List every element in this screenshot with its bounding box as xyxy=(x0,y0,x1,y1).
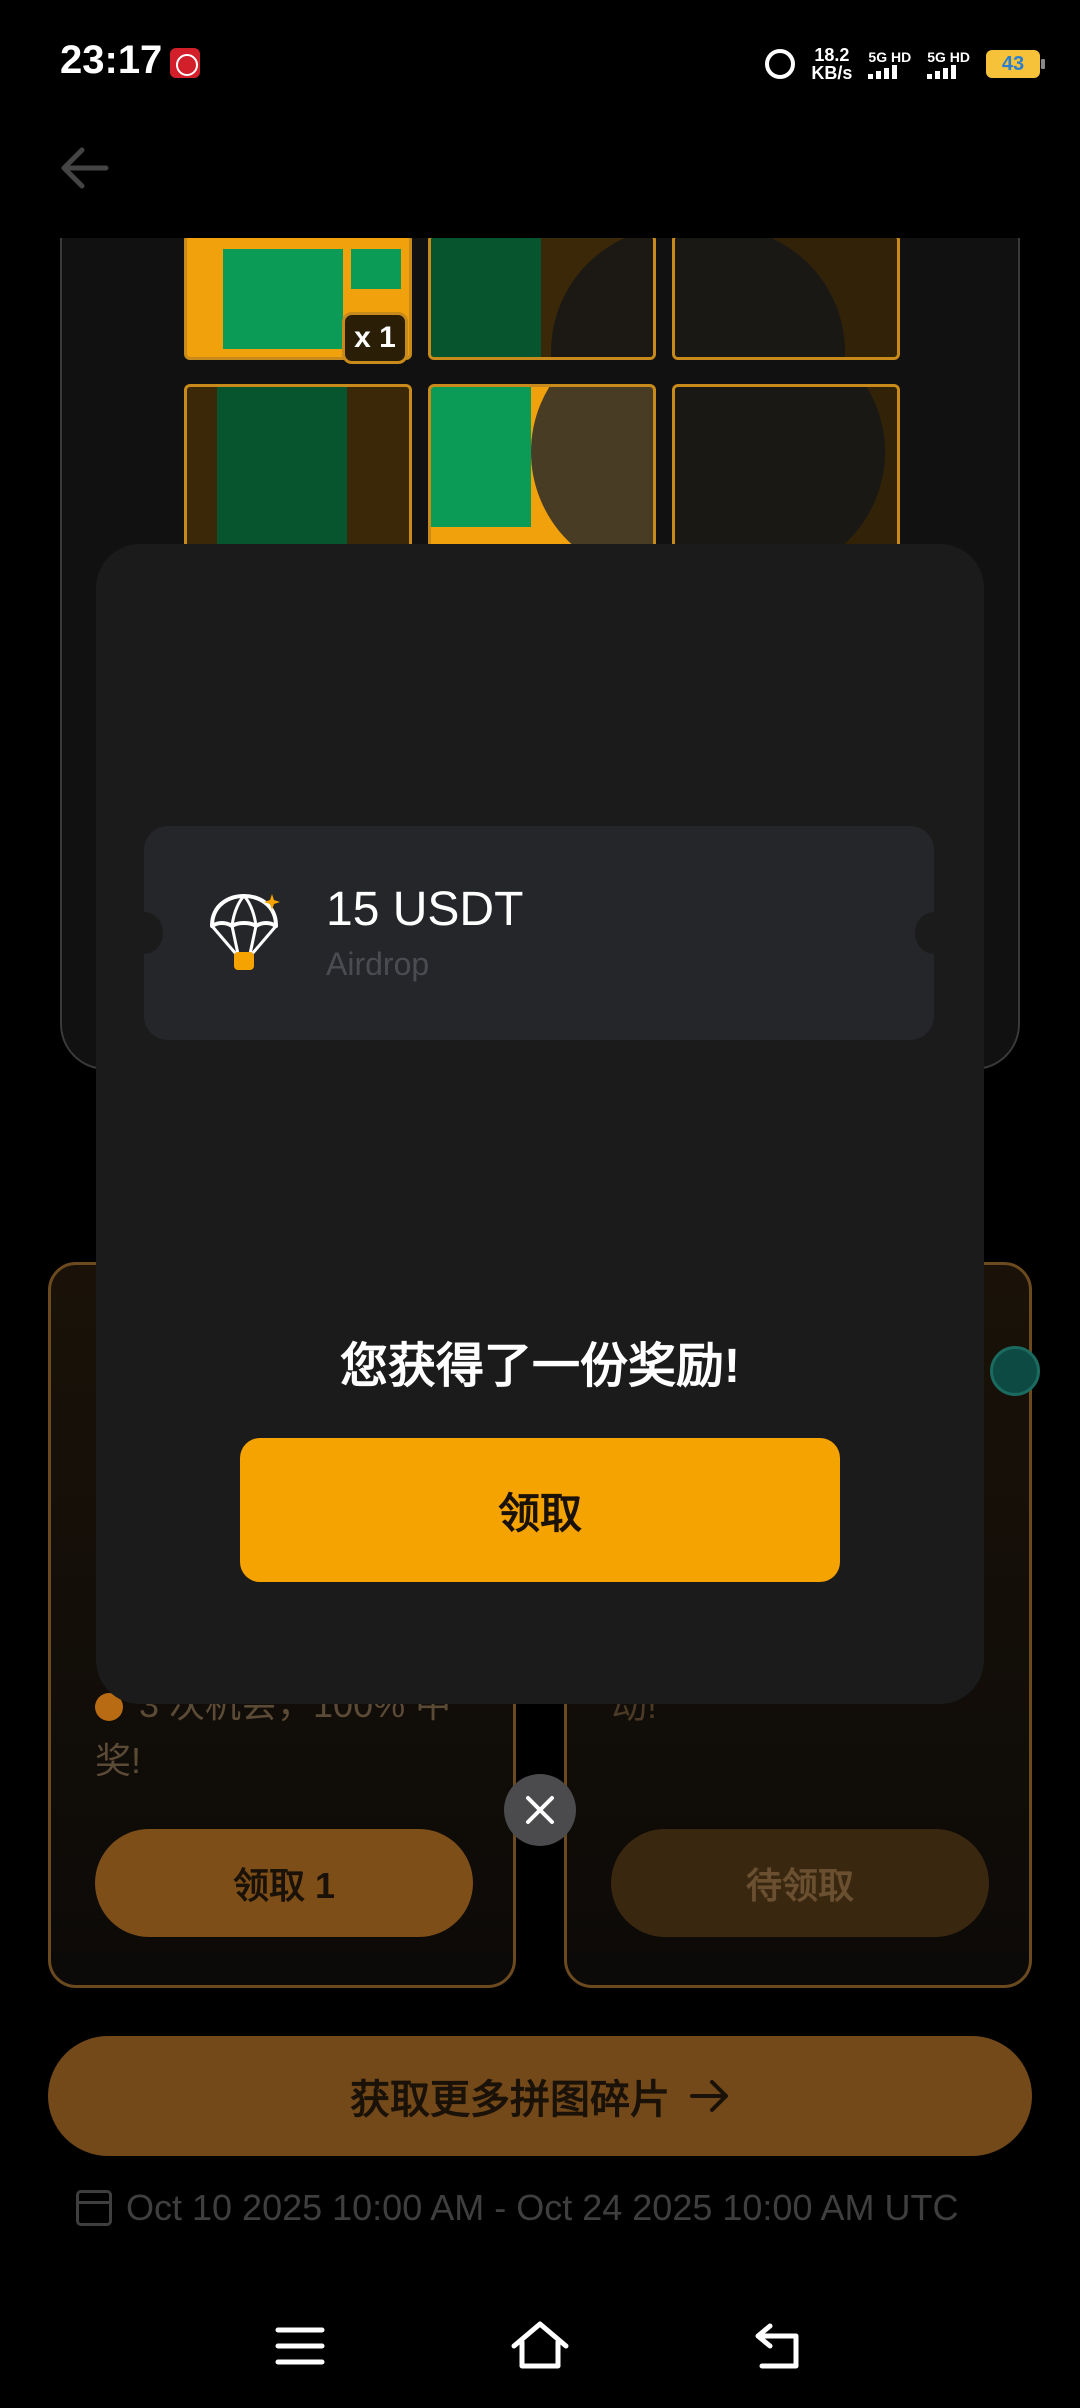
get-more-pieces-button[interactable]: 获取更多拼图碎片 xyxy=(48,2036,1032,2156)
home-icon[interactable] xyxy=(510,2316,570,2376)
back-arrow-icon[interactable] xyxy=(56,140,112,196)
system-nav-bar xyxy=(0,2284,1080,2408)
tether-icon xyxy=(990,1346,1040,1396)
status-indicators: 18.2 KB/s 5G HD 5G HD 43 xyxy=(765,40,1045,88)
modal-title: 您获得了一份奖励! xyxy=(340,1340,740,1393)
reward-modal: 15 USDT Airdrop 您获得了一份奖励! 领取 xyxy=(96,544,984,1704)
nav-back-icon[interactable] xyxy=(750,2316,810,2376)
notification-app-icon xyxy=(170,48,200,78)
parachute-icon xyxy=(210,894,280,970)
puzzle-piece xyxy=(672,238,900,360)
signal-sim2: 5G HD xyxy=(927,49,970,79)
menu-icon[interactable] xyxy=(270,2316,330,2376)
close-button[interactable] xyxy=(504,1774,576,1846)
signal-bars-icon xyxy=(927,65,957,79)
signal-sim1: 5G HD xyxy=(868,49,911,79)
network-speed: 18.2 KB/s xyxy=(811,45,853,83)
alarm-icon xyxy=(765,49,796,79)
claim-button[interactable]: 领取 xyxy=(240,1438,840,1582)
reward-amount: 15 USDT xyxy=(326,883,524,936)
battery-icon: 43 xyxy=(986,50,1045,78)
pending-button[interactable]: 待领取 xyxy=(611,1829,989,1937)
reward-type: Airdrop xyxy=(326,946,430,982)
close-icon xyxy=(526,1796,554,1824)
puzzle-piece xyxy=(428,238,656,360)
status-time: 23:17 xyxy=(60,38,163,82)
reward-ticket: 15 USDT Airdrop xyxy=(125,826,953,1040)
status-bar: 23:17 18.2 KB/s 5G HD 5G HD 43 xyxy=(0,0,1080,128)
piece-count-badge: x 1 xyxy=(342,312,408,364)
signal-bars-icon xyxy=(868,65,898,79)
arrow-right-icon xyxy=(690,2080,728,2112)
calendar-icon xyxy=(76,2190,112,2226)
claim-one-button[interactable]: 领取 1 xyxy=(95,1829,473,1937)
event-date-range: Oct 10 2025 10:00 AM - Oct 24 2025 10:00… xyxy=(76,2184,958,2232)
